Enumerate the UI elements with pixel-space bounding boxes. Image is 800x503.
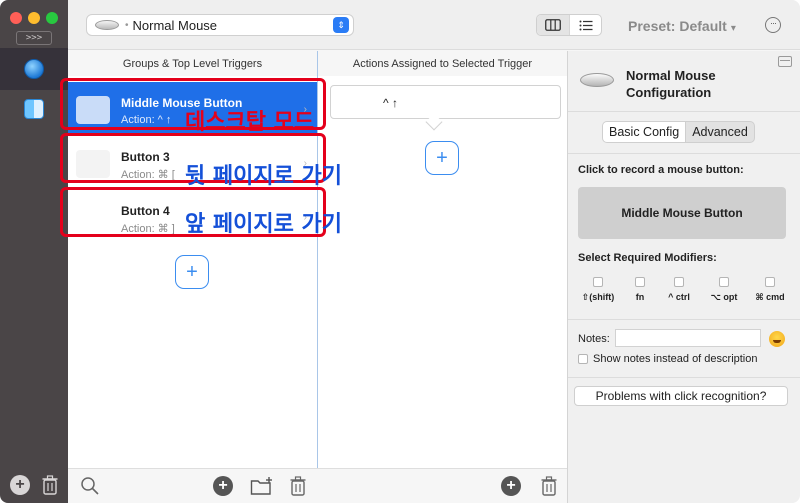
app-sidebar: >>> +	[0, 0, 68, 503]
collapse-sidebar-button[interactable]: >>>	[16, 31, 52, 45]
mouse-icon	[95, 20, 119, 30]
delete-action-button[interactable]	[541, 476, 557, 499]
checkbox[interactable]	[593, 277, 603, 287]
more-options-button[interactable]: ···	[765, 17, 781, 33]
columns-icon	[545, 19, 561, 31]
config-tabs: Basic Config Advanced	[602, 121, 755, 143]
zoom-window-button[interactable]	[46, 12, 58, 24]
record-label: Click to record a mouse button:	[578, 164, 744, 176]
divider	[568, 111, 800, 112]
action-shortcut: ^ ↑	[383, 96, 398, 110]
actions-list: ^ ↑ +	[318, 76, 567, 468]
notes-label: Notes:	[578, 333, 610, 345]
app-window: >>> + • Normal Mouse ⇕ Preset: Default ▾…	[0, 0, 800, 503]
preset-menu[interactable]: Preset: Default ▾	[628, 18, 736, 34]
divider	[568, 153, 800, 154]
modifier-label: ⌘ cmd	[755, 292, 785, 302]
groups-column-header: Groups & Top Level Triggers	[68, 51, 317, 76]
annotation-label: 뒷 페이지로 가기	[185, 164, 342, 189]
annotation-label: 데스크탑 모드	[185, 110, 315, 135]
modifier-fn[interactable]: fn	[630, 277, 650, 302]
preset-label: Preset: Default	[628, 18, 727, 34]
list-icon	[579, 20, 592, 30]
chevron-down-icon: ▾	[730, 23, 736, 34]
modifier-label: ^ ctrl	[668, 292, 690, 302]
modifier-shift[interactable]: ⇧(shift)	[578, 277, 618, 303]
modifier-label: fn	[635, 292, 645, 302]
add-app-button[interactable]: +	[10, 475, 30, 495]
globe-icon	[24, 59, 44, 79]
divider	[568, 377, 800, 378]
list-view-button[interactable]	[569, 15, 601, 35]
divider	[568, 319, 800, 320]
annotation-label: 앞 페이지로 가기	[185, 212, 342, 237]
problems-click-recognition-button[interactable]: Problems with click recognition?	[574, 386, 788, 406]
device-select[interactable]: • Normal Mouse ⇕	[86, 14, 354, 36]
checkbox[interactable]	[765, 277, 775, 287]
modifier-cmd[interactable]: ⌘ cmd	[752, 277, 788, 303]
modifier-ctrl[interactable]: ^ ctrl	[664, 277, 694, 302]
trigger-config-panel: Normal Mouse Configuration Basic Config …	[568, 51, 800, 503]
bullet-icon: •	[125, 19, 129, 31]
show-notes-label: Show notes instead of description	[593, 353, 758, 365]
config-title: Normal Mouse Configuration	[626, 68, 716, 100]
app-item-finder[interactable]	[0, 88, 68, 130]
close-window-button[interactable]	[10, 12, 22, 24]
modifiers-label: Select Required Modifiers:	[578, 252, 717, 264]
action-card[interactable]: ^ ↑	[330, 85, 561, 119]
trash-icon	[290, 476, 306, 496]
app-sidebar-actions: +	[10, 475, 58, 495]
checkbox[interactable]	[674, 277, 684, 287]
toolbar: • Normal Mouse ⇕ Preset: Default ▾ ···	[68, 0, 800, 50]
config-header: Normal Mouse Configuration	[568, 51, 800, 109]
search-icon	[81, 477, 99, 495]
delete-trigger-button[interactable]	[290, 476, 306, 499]
notes-field[interactable]	[615, 329, 761, 347]
actions-column-header: Actions Assigned to Selected Trigger	[318, 51, 567, 76]
modifier-checkboxes: ⇧(shift) fn ^ ctrl ⌥ opt ⌘ cmd	[578, 277, 792, 305]
modifier-opt[interactable]: ⌥ opt	[708, 277, 740, 303]
mouse-icon	[580, 73, 614, 87]
modifier-label: ⇧(shift)	[581, 292, 615, 302]
trash-icon	[541, 476, 557, 496]
columns-view-button[interactable]	[537, 15, 569, 35]
finder-icon	[24, 99, 44, 119]
folder-plus-icon	[250, 477, 272, 495]
tab-basic-config[interactable]: Basic Config	[603, 122, 687, 142]
minimize-window-button[interactable]	[28, 12, 40, 24]
add-trigger-bottom-button[interactable]: +	[213, 476, 233, 496]
add-trigger-button[interactable]: +	[175, 255, 209, 289]
checkbox[interactable]	[635, 277, 645, 287]
modifier-label: ⌥ opt	[710, 292, 738, 302]
delete-app-button[interactable]	[42, 475, 58, 495]
bottom-toolbar: + +	[68, 468, 567, 503]
search-button[interactable]	[80, 476, 100, 499]
emoji-picker-icon[interactable]	[769, 331, 785, 347]
show-notes-checkbox[interactable]: Show notes instead of description	[578, 353, 758, 365]
view-mode-segmented	[536, 14, 602, 36]
app-item-global[interactable]	[0, 48, 68, 90]
device-select-label: Normal Mouse	[132, 17, 218, 33]
window-icon[interactable]	[778, 56, 792, 67]
tab-advanced[interactable]: Advanced	[686, 122, 754, 142]
checkbox[interactable]	[578, 354, 588, 364]
checkbox[interactable]	[719, 277, 729, 287]
chevron-updown-icon: ⇕	[333, 17, 349, 33]
add-action-bottom-button[interactable]: +	[501, 476, 521, 496]
record-mouse-button[interactable]: Middle Mouse Button	[578, 187, 786, 239]
new-folder-button[interactable]	[250, 476, 274, 499]
add-action-button[interactable]: +	[425, 141, 459, 175]
trash-icon	[42, 475, 58, 495]
